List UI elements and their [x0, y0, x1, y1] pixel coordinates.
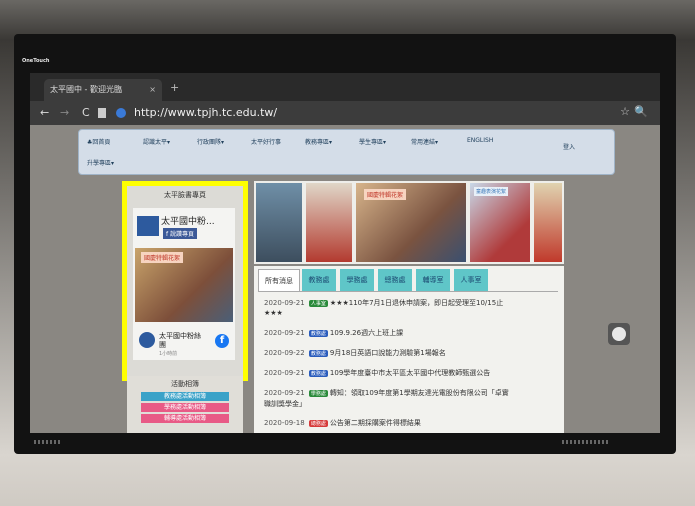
facebook-post-photo[interactable]: 國慶特輯花絮: [135, 248, 233, 322]
news-title-continued[interactable]: ★★★: [264, 309, 564, 317]
news-tag-badge: 教務處: [308, 370, 328, 377]
site-favicon: [116, 108, 126, 118]
circle-icon: [612, 327, 626, 341]
browser-tab[interactable]: 太平國中 - 歡迎光臨 ×: [44, 79, 162, 101]
tab-title: 太平國中 - 歡迎光臨: [50, 85, 122, 94]
web-page: ♣回首頁 認識太平▾ 行政團隊▾ 太平好行事 教務專區▾ 學生專區▾ 常用連結▾…: [30, 125, 660, 433]
news-title[interactable]: 公告第二期採購案件得標結果: [330, 419, 421, 427]
photo-thumb[interactable]: 童趣表演花絮: [470, 183, 530, 262]
news-item[interactable]: 2020-09-21 教務處 109.9.26週六上班上課: [264, 328, 564, 338]
menu-links[interactable]: 常用連結▾: [411, 137, 438, 146]
tab-general-affairs[interactable]: 總務處: [378, 269, 412, 291]
news-tag-badge: 學務處: [308, 390, 328, 397]
news-date: 2020-09-21: [264, 329, 307, 337]
browser-tab-bar: 太平國中 - 歡迎光臨 × +: [30, 73, 660, 101]
news-tag-badge: 教務處: [308, 330, 328, 337]
facebook-post-author[interactable]: 太平國中粉絲團: [159, 332, 207, 350]
menu-student[interactable]: 學生專區▾: [359, 137, 386, 146]
news-panel: 所有消息 教務處 學務處 總務處 輔導室 人事室 2020-09-21 人事室 ★…: [254, 266, 564, 433]
news-tag-badge: 總務處: [308, 420, 328, 427]
menu-home[interactable]: ♣回首頁: [87, 137, 110, 146]
new-tab-icon[interactable]: +: [170, 79, 179, 97]
news-item[interactable]: 2020-09-21 學務處 轉知：領取109年度第1學期友達光電股份有限公司「卓…: [264, 388, 564, 398]
tv-sensor-strip: [562, 440, 608, 444]
school-logo: [137, 216, 159, 236]
avatar: [139, 332, 155, 348]
tab-student-affairs[interactable]: 學務處: [340, 269, 374, 291]
photo-thumb[interactable]: [256, 183, 302, 262]
activity-album-link[interactable]: 教務處活動相簿: [141, 392, 229, 401]
tab-all-news[interactable]: 所有消息: [258, 269, 300, 292]
menu-english[interactable]: ENGLISH: [467, 137, 493, 144]
facebook-post-banner: 國慶特輯花絮: [141, 252, 184, 263]
tab-personnel[interactable]: 人事室: [454, 269, 488, 291]
news-tag-badge: 人事室: [308, 300, 328, 307]
activity-album-link[interactable]: 輔導處活動相簿: [141, 414, 229, 423]
facebook-section-title: 太平臉書專頁: [164, 191, 206, 199]
news-title[interactable]: 109學年度臺中市太平區太平國中代理教師甄選公告: [330, 369, 490, 377]
facebook-icon[interactable]: f: [215, 334, 229, 348]
news-date: 2020-09-21: [264, 369, 307, 377]
url-field[interactable]: http://www.tpjh.tc.edu.tw/: [134, 105, 277, 121]
tv-screen: 太平國中 - 歡迎光臨 × + ← → C http://www.tpjh.tc…: [30, 73, 660, 433]
photo-thumb[interactable]: 國慶特輯花絮: [356, 183, 466, 262]
site-menu-bar: ♣回首頁 認識太平▾ 行政團隊▾ 太平好行事 教務專區▾ 學生專區▾ 常用連結▾…: [78, 129, 615, 175]
reload-icon[interactable]: C: [82, 105, 90, 121]
photo-strip: 國慶特輯花絮 童趣表演花絮: [254, 181, 564, 264]
tab-counseling[interactable]: 輔導室: [416, 269, 450, 291]
bookmark-icon[interactable]: [98, 108, 106, 118]
news-item[interactable]: 2020-09-18 總務處 公告第二期採購案件得標結果: [264, 418, 564, 428]
news-title[interactable]: 9月18日英語口說能力測驗第1場報名: [330, 349, 446, 357]
photo-thumb[interactable]: [534, 183, 562, 262]
news-tag-badge: 教務處: [308, 350, 328, 357]
menu-about[interactable]: 認識太平▾: [143, 137, 170, 146]
activity-album-link[interactable]: 學務處活動相簿: [141, 403, 229, 412]
menu-admission[interactable]: 升學專區▾: [87, 158, 114, 167]
facebook-post-time: 1小時前: [159, 351, 178, 357]
forward-icon[interactable]: →: [60, 105, 69, 121]
photo-banner: 童趣表演花絮: [474, 187, 509, 196]
tab-divider: [258, 291, 558, 292]
photo-thumb[interactable]: [306, 183, 352, 262]
star-icon[interactable]: ☆: [620, 105, 630, 118]
tab-academic[interactable]: 教務處: [302, 269, 336, 291]
news-item[interactable]: 2020-09-22 教務處 9月18日英語口說能力測驗第1場報名: [264, 348, 564, 358]
tv-speaker-grille: [34, 440, 62, 444]
news-title[interactable]: ★★★110年7月1日退休申請案，即日起受理至10/15止: [330, 299, 503, 307]
news-date: 2020-09-21: [264, 389, 307, 397]
tv-brand-logo: OneTouch: [22, 58, 50, 64]
zoom-icon[interactable]: 🔍: [634, 105, 648, 118]
photo-banner: 國慶特輯花絮: [364, 189, 407, 200]
login-link[interactable]: 登入: [563, 142, 575, 151]
address-bar: ← → C http://www.tpjh.tc.edu.tw/ ☆ 🔍: [30, 101, 660, 125]
news-item[interactable]: 2020-09-21 人事室 ★★★110年7月1日退休申請案，即日起受理至10/…: [264, 298, 564, 308]
news-date: 2020-09-21: [264, 299, 307, 307]
news-title-continued[interactable]: 職訓獎學金」: [264, 399, 564, 409]
facebook-widget[interactable]: 太平國中粉... f 說讚專頁 國慶特輯花絮 太平國中粉絲團 1小時前 f: [133, 208, 235, 360]
facebook-like-button[interactable]: f 說讚專頁: [163, 228, 198, 239]
activity-albums: 活動相簿 教務處活動相簿 學務處活動相簿 輔導處活動相簿: [127, 376, 243, 433]
news-date: 2020-09-18: [264, 419, 307, 427]
menu-events[interactable]: 太平好行事: [251, 137, 281, 146]
facebook-highlight-box: 太平臉書專頁 太平國中粉... f 說讚專頁 國慶特輯花絮 太平國中粉絲團 1小…: [122, 181, 248, 381]
activity-title: 活動相簿: [171, 380, 199, 388]
menu-academic[interactable]: 教務專區▾: [305, 137, 332, 146]
news-date: 2020-09-22: [264, 349, 307, 357]
news-item[interactable]: 2020-09-21 教務處 109學年度臺中市太平區太平國中代理教師甄選公告: [264, 368, 564, 378]
floating-assistive-button[interactable]: [608, 323, 630, 345]
news-title[interactable]: 109.9.26週六上班上課: [330, 329, 403, 337]
tab-close-icon[interactable]: ×: [149, 79, 156, 101]
news-title[interactable]: 轉知：領取109年度第1學期友達光電股份有限公司「卓實: [330, 389, 509, 397]
facebook-page-name[interactable]: 太平國中粉...: [161, 214, 215, 227]
menu-admin[interactable]: 行政團隊▾: [197, 137, 224, 146]
back-icon[interactable]: ←: [40, 105, 49, 121]
